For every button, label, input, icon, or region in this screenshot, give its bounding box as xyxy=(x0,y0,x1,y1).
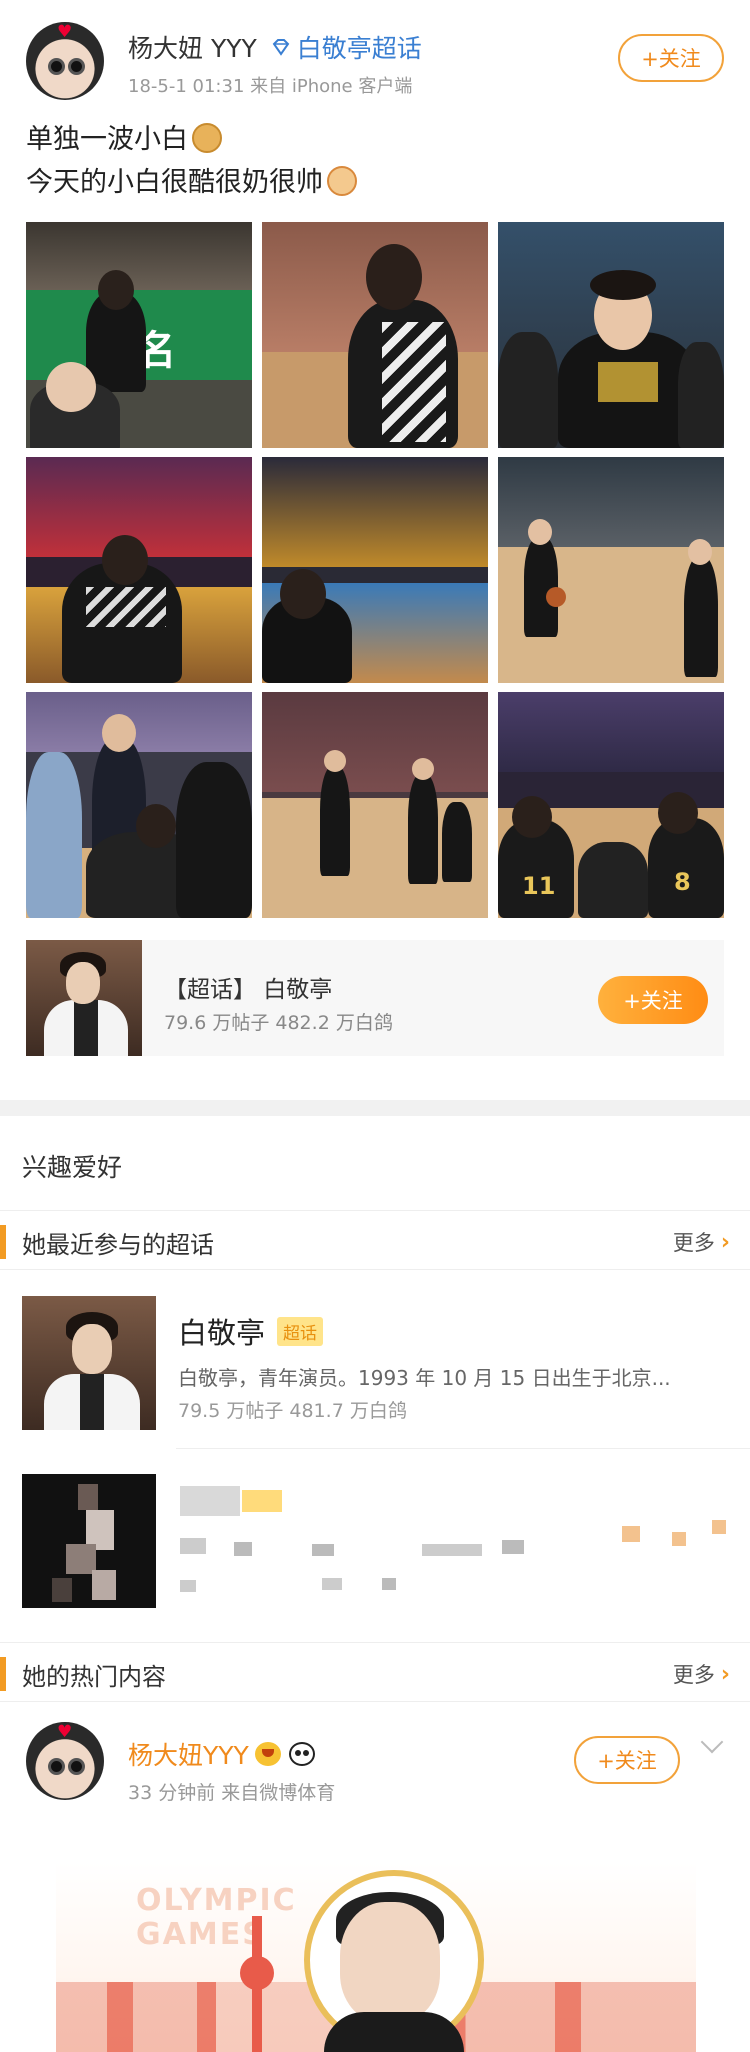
doge-face-icon xyxy=(192,123,222,153)
super-topic-card[interactable]: 【超话】 白敬亭 79.6 万帖子 482.2 万白鸽 +关注 xyxy=(26,940,724,1056)
photo-grid: 驻名 xyxy=(26,222,724,920)
cat-face-icon xyxy=(327,166,357,196)
recent-topics-header: 她最近参与的超话 更多 › xyxy=(0,1210,750,1270)
hot-follow-button[interactable]: +关注 xyxy=(574,1736,680,1784)
post-text: 单独一波小白 今天的小白很酷很奶很帅 xyxy=(26,118,357,204)
recent-topics-label: 她最近参与的超话 xyxy=(22,1231,214,1259)
interests-title: 兴趣爱好 xyxy=(22,1153,123,1182)
recent-topics-more-link[interactable]: 更多 › xyxy=(673,1227,730,1257)
follow-button[interactable]: +关注 xyxy=(618,34,724,82)
hot-content-label: 她的热门内容 xyxy=(22,1663,166,1691)
hot-author-avatar[interactable]: ♥ xyxy=(26,1722,104,1800)
post-text-line2: 今天的小白很酷很奶很帅 xyxy=(26,167,323,198)
hot-author-name[interactable]: 杨大妞YYY xyxy=(128,1736,249,1772)
topic-thumbnail xyxy=(26,940,142,1056)
chevron-right-icon: › xyxy=(720,1661,730,1687)
heart-icon: ♥ xyxy=(57,22,73,42)
blurred-thumbnail xyxy=(22,1474,156,1608)
photo-5[interactable] xyxy=(262,457,488,683)
vip-badge-icon xyxy=(254,1742,281,1766)
post-text-line1: 单独一波小白 xyxy=(26,124,188,155)
photo-1[interactable]: 驻名 xyxy=(26,222,252,448)
olympic-banner-image[interactable]: OLYMPIC GAMES xyxy=(56,1862,696,2052)
topic-follow-button[interactable]: +关注 xyxy=(598,976,708,1024)
topic-item-stats: 79.5 万帖子 481.7 万白鸽 xyxy=(178,1400,407,1422)
topic-item-description: 白敬亭，青年演员。1993 年 10 月 15 日出生于北京... xyxy=(178,1366,671,1390)
post-meta: 18-5-1 01:31 来自 iPhone 客户端 xyxy=(128,72,412,98)
topic-item-name: 白敬亭 xyxy=(178,1316,266,1350)
author-line: 杨大妞 YYY 白敬亭超话 xyxy=(128,30,422,64)
topic-card-stats: 79.6 万帖子 482.2 万白鸽 xyxy=(164,1012,393,1034)
heart-icon: ♥ xyxy=(57,1722,73,1742)
hot-post-meta: 33 分钟前 来自微博体育 xyxy=(128,1782,336,1804)
blurred-list-item[interactable] xyxy=(22,1474,728,1608)
photo-2[interactable] xyxy=(262,222,488,448)
banner-text-games: GAMES xyxy=(136,1917,266,1952)
weibo-post: ♥ 杨大妞 YYY 白敬亭超话 18-5-1 01:31 来自 iPhone 客… xyxy=(0,0,750,1100)
super-topic-link[interactable]: 白敬亭超话 xyxy=(297,29,422,65)
post-source: 来自 iPhone 客户端 xyxy=(250,76,413,97)
hot-content-header: 她的热门内容 更多 › xyxy=(0,1642,750,1702)
photo-6[interactable] xyxy=(498,457,724,683)
panda-icon xyxy=(288,1742,315,1766)
author-name[interactable]: 杨大妞 YYY xyxy=(128,29,257,65)
chevron-right-icon: › xyxy=(720,1229,730,1255)
photo-4[interactable] xyxy=(26,457,252,683)
photo-8[interactable] xyxy=(262,692,488,918)
banner-text-olympic: OLYMPIC xyxy=(136,1883,297,1918)
hot-author-line: 杨大妞YYY xyxy=(128,1736,315,1772)
topic-list-item[interactable]: 白敬亭 超话 白敬亭，青年演员。1993 年 10 月 15 日出生于北京...… xyxy=(22,1296,728,1430)
author-avatar[interactable]: ♥ xyxy=(26,22,104,100)
list-divider xyxy=(176,1448,750,1449)
hot-content-more-link[interactable]: 更多 › xyxy=(673,1659,730,1689)
topic-card-title: 【超话】 白敬亭 xyxy=(164,977,333,1003)
super-topic-badge: 超话 xyxy=(277,1316,324,1346)
topic-item-thumbnail xyxy=(22,1296,156,1430)
chevron-down-icon[interactable] xyxy=(700,1730,724,1754)
diamond-icon xyxy=(272,39,290,56)
section-divider xyxy=(0,1100,750,1116)
photo-7[interactable] xyxy=(26,692,252,918)
post-time: 18-5-1 01:31 xyxy=(128,76,245,97)
photo-9[interactable]: 11 8 xyxy=(498,692,724,918)
photo-3[interactable] xyxy=(498,222,724,448)
